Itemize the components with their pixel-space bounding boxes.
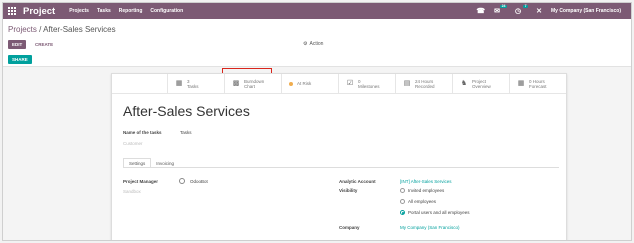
analytic-account-field[interactable]: [INT] After-Sales Services — [400, 179, 452, 184]
breadcrumb: Projects / After-Sales Services — [8, 25, 116, 34]
status-dot-icon — [289, 82, 293, 86]
create-button[interactable]: CREATE — [35, 40, 53, 49]
activities-badge: 7 — [523, 3, 529, 8]
stage-field[interactable]: Sandbox — [123, 189, 141, 194]
share-button[interactable]: SHARE — [8, 55, 32, 64]
company-label: Company — [339, 225, 360, 230]
check-icon: ☑ — [346, 79, 354, 87]
messages-badge: 24 — [500, 3, 507, 8]
breadcrumb-separator: / — [39, 25, 42, 34]
project-overview-button[interactable]: ♞ Project Overview — [452, 74, 509, 94]
visibility-option-invited: Invited employees — [408, 188, 445, 193]
tasks-label: Tasks — [187, 84, 199, 89]
project-manager-field[interactable]: OdooBot — [190, 179, 208, 184]
visibility-label: Visibility — [339, 188, 358, 193]
company-field[interactable]: My Company (San Francisco) — [400, 225, 460, 230]
menu-configuration[interactable]: Configuration — [150, 8, 183, 14]
form-sheet: ▦ 3 Tasks ▩ Burndown Chart At Risk ☑ 0 Mile… — [111, 73, 567, 240]
apps-menu-icon[interactable] — [3, 3, 21, 19]
action-label: Action — [309, 41, 324, 47]
control-panel: Projects / After-Sales Services EDIT CRE… — [3, 19, 631, 67]
forecast-button[interactable]: ▦ 0 Hours Forecast — [509, 74, 566, 94]
activities-icon[interactable]: ◷ 7 — [515, 4, 529, 15]
analytic-account-label: Analytic Account — [339, 179, 376, 184]
menu-projects[interactable]: Projects — [69, 8, 89, 14]
tasks-name-label: Name of the tasks — [123, 130, 162, 135]
tasks-icon: ▦ — [175, 79, 183, 87]
menu-reporting[interactable]: Reporting — [119, 8, 143, 14]
edit-button[interactable]: EDIT — [8, 40, 27, 49]
main-menu: Projects Tasks Reporting Configuration — [69, 8, 183, 14]
burndown-chart-button[interactable]: ▩ Burndown Chart — [224, 74, 281, 94]
visibility-option-portal: Portal users and all employees — [408, 210, 470, 215]
app-window: Project Projects Tasks Reporting Configu… — [2, 2, 632, 241]
milestones-button[interactable]: ☑ 0 Milestones — [338, 74, 395, 94]
menu-tasks[interactable]: Tasks — [97, 8, 111, 14]
project-title[interactable]: After-Sales Services — [123, 103, 250, 119]
project-manager-label: Project Manager — [123, 179, 159, 184]
phone-icon[interactable]: ☎ — [476, 8, 485, 15]
gear-icon: ⚙ — [303, 41, 308, 47]
action-dropdown[interactable]: ⚙ Action — [303, 41, 323, 47]
tasks-name-field[interactable]: Tasks — [180, 130, 192, 135]
overview-line2: Overview — [472, 84, 491, 89]
burndown-line2: Chart — [244, 84, 256, 89]
at-risk-button[interactable]: At Risk — [281, 74, 338, 94]
chart-icon: ▩ — [232, 79, 240, 87]
messages-icon[interactable]: ✉ 24 — [494, 4, 507, 15]
top-navbar: Project Projects Tasks Reporting Configu… — [3, 3, 631, 19]
close-icon[interactable]: ✕ — [536, 8, 542, 15]
app-name: Project — [23, 5, 56, 17]
customer-field[interactable]: Customer — [123, 141, 143, 146]
breadcrumb-projects[interactable]: Projects — [8, 25, 37, 34]
forecast-label: Forecast — [529, 84, 547, 89]
systray: ☎ ✉ 24 ◷ 7 ✕ My Company (San Francisco) — [476, 4, 621, 15]
smart-button-box: ▦ 3 Tasks ▩ Burndown Chart At Risk ☑ 0 Mile… — [112, 74, 566, 94]
puzzle-icon: ♞ — [460, 79, 468, 87]
at-risk-label: At Risk — [297, 81, 312, 87]
forecast-icon: ▦ — [517, 79, 525, 87]
visibility-radio-invited[interactable] — [400, 188, 405, 193]
hours-recorded-label: Recorded — [415, 84, 435, 89]
visibility-radio-all[interactable] — [400, 199, 405, 204]
hours-recorded-button[interactable]: ▤ 24 Hours Recorded — [395, 74, 452, 94]
visibility-option-all: All employees — [408, 199, 437, 204]
tab-divider — [123, 167, 559, 168]
breadcrumb-current: After-Sales Services — [43, 25, 116, 34]
milestones-label: Milestones — [358, 84, 380, 89]
avatar — [179, 178, 185, 184]
visibility-radio-portal[interactable] — [400, 210, 405, 215]
calendar-icon: ▤ — [403, 79, 411, 87]
tasks-smart-button[interactable]: ▦ 3 Tasks — [167, 74, 224, 94]
company-switcher[interactable]: My Company (San Francisco) — [551, 8, 621, 14]
